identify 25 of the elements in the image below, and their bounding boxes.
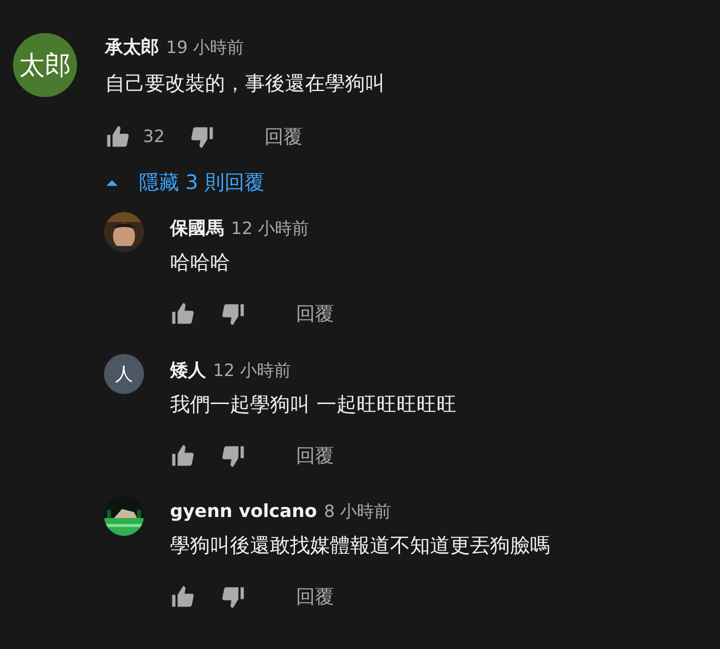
- like-count: 32: [143, 127, 165, 147]
- caret-icon: [105, 178, 119, 187]
- like-icon[interactable]: [170, 301, 196, 327]
- like-icon[interactable]: [170, 584, 196, 610]
- author-name[interactable]: gyenn volcano: [170, 501, 317, 522]
- avatar: 人: [104, 354, 144, 394]
- comment-time[interactable]: 12 小時前: [231, 217, 310, 240]
- reply-button[interactable]: 回覆: [258, 120, 309, 154]
- comment-text: 學狗叫後還敢找媒體報道不知道更丟狗臉嗎: [170, 532, 550, 559]
- author-name[interactable]: 保國馬: [170, 216, 224, 240]
- author-name[interactable]: 矮人: [170, 358, 206, 382]
- reply-button[interactable]: 回覆: [290, 580, 340, 614]
- like-icon[interactable]: [170, 443, 196, 469]
- replies-toggle[interactable]: 隱藏 3 則回覆: [105, 163, 264, 202]
- comment-text: 自己要改裝的，事後還在學狗叫: [105, 70, 386, 97]
- like-icon[interactable]: [105, 124, 131, 150]
- comment-text: 我們一起學狗叫 一起旺旺旺旺旺: [170, 391, 456, 418]
- reply-button[interactable]: 回覆: [290, 297, 340, 331]
- comment-text: 哈哈哈: [170, 249, 231, 276]
- comment-time[interactable]: 8 小時前: [324, 500, 392, 523]
- avatar: 太郎: [13, 33, 77, 97]
- author-name[interactable]: 承太郎: [105, 35, 159, 59]
- comment-time[interactable]: 19 小時前: [166, 36, 244, 59]
- reply-button[interactable]: 回覆: [290, 439, 340, 473]
- comment-time[interactable]: 12 小時前: [213, 359, 292, 382]
